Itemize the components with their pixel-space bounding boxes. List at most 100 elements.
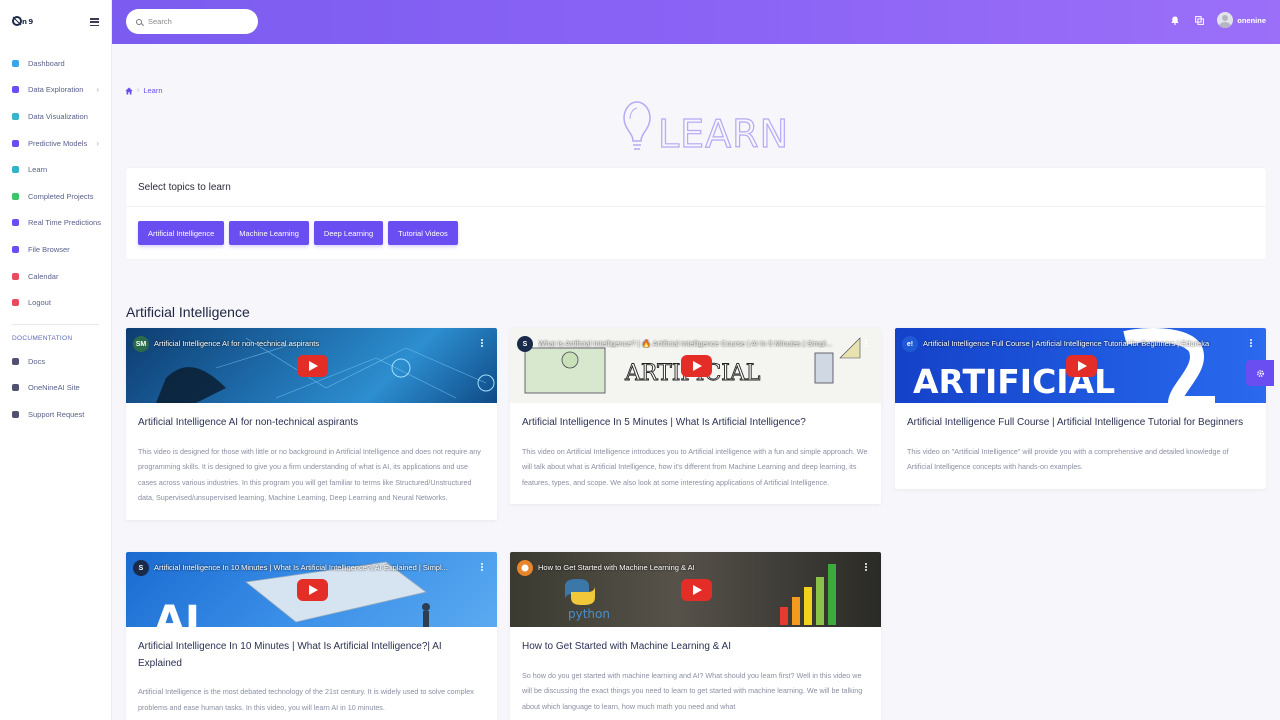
bell-icon[interactable] — [1171, 16, 1179, 25]
video-card-2: ARTIFICIAL S What Is Artificial Intellig… — [510, 328, 881, 504]
channel-avatar[interactable]: e! — [902, 336, 918, 352]
video-title[interactable]: What Is Artificial Intelligence? | 🔥 Art… — [538, 339, 861, 348]
check-icon — [12, 192, 19, 200]
topic-button-machine-learning[interactable]: Machine Learning — [229, 221, 309, 245]
card-title[interactable]: Artificial Intelligence AI for non-techn… — [138, 415, 485, 432]
card-title[interactable]: Artificial Intelligence In 5 Minutes | W… — [522, 415, 869, 432]
calendar-icon — [12, 272, 19, 280]
settings-button[interactable] — [1246, 360, 1274, 386]
video-title[interactable]: How to Get Started with Machine Learning… — [538, 563, 861, 572]
card-description: This video is designed for those with li… — [138, 446, 481, 503]
card-description: So how do you get started with machine l… — [522, 670, 863, 711]
copy-icon[interactable] — [1195, 15, 1205, 25]
channel-avatar[interactable] — [517, 560, 533, 576]
logo[interactable]: n 9 — [12, 14, 40, 31]
search-input[interactable] — [148, 17, 248, 26]
more-options-icon[interactable] — [1250, 339, 1252, 347]
settings-icon — [12, 219, 19, 227]
play-button-icon[interactable] — [1065, 354, 1097, 377]
support-icon — [12, 410, 19, 418]
channel-logo-icon — [521, 564, 529, 572]
sidebar-item-label: File Browser — [28, 244, 70, 254]
logo-mark-icon: n 9 — [12, 15, 34, 26]
avatar[interactable] — [1217, 12, 1234, 28]
sidebar-item-data-visualization[interactable]: Data Visualization — [0, 103, 111, 130]
sidebar-item-calendar[interactable]: Calendar — [0, 263, 111, 290]
compass-icon — [12, 86, 19, 94]
section-title: Artificial Intelligence — [126, 304, 250, 320]
card-title[interactable]: Artificial Intelligence Full Course | Ar… — [907, 415, 1254, 432]
play-button-icon[interactable] — [296, 354, 328, 377]
video-thumbnail[interactable]: python How to Get Started with Machine L… — [510, 552, 881, 627]
card-title[interactable]: How to Get Started with Machine Learning… — [522, 639, 869, 656]
bar-graphic — [780, 564, 836, 625]
menu-toggle-icon[interactable] — [90, 18, 99, 26]
channel-avatar[interactable]: SM — [133, 336, 149, 352]
documentation-nav: Docs OneNineAI Site Support Request — [0, 348, 111, 428]
topic-button-artificial-intelligence[interactable]: Artificial Intelligence — [138, 221, 225, 245]
play-button-icon[interactable] — [680, 578, 712, 601]
more-options-icon[interactable] — [481, 563, 483, 571]
topic-button-tutorial-videos[interactable]: Tutorial Videos — [388, 221, 458, 245]
python-logo-icon — [565, 579, 595, 605]
more-options-icon[interactable] — [481, 339, 483, 347]
sidebar-item-file-browser[interactable]: File Browser — [0, 236, 111, 263]
play-button-icon[interactable] — [296, 578, 328, 601]
breadcrumb-current[interactable]: Learn — [143, 86, 162, 95]
topbar-actions: onenine — [1171, 12, 1266, 28]
sidebar-item-label: OneNineAI Site — [28, 383, 80, 393]
search-box[interactable] — [126, 9, 258, 34]
breadcrumb: › Learn — [125, 86, 163, 95]
chevron-right-icon: › — [96, 85, 99, 95]
card-description: Artificial Intelligence is the most deba… — [138, 687, 474, 712]
sidebar-item-learn[interactable]: Learn — [0, 156, 111, 183]
doc-item-docs[interactable]: Docs — [0, 348, 111, 375]
breadcrumb-separator-icon: › — [137, 87, 140, 94]
learn-banner: LEARN — [623, 101, 786, 155]
video-card-5: python How to Get Started with Machine L… — [510, 552, 881, 720]
svg-text:n 9: n 9 — [22, 18, 33, 26]
video-title[interactable]: Artificial Intelligence AI for non-techn… — [154, 339, 477, 348]
channel-avatar[interactable]: S — [133, 560, 149, 576]
video-thumbnail[interactable]: ARTIFICIAL e! Artificial Intelligence Fu… — [895, 328, 1266, 403]
topic-button-deep-learning[interactable]: Deep Learning — [313, 221, 384, 245]
sidebar-item-label: Completed Projects — [28, 191, 94, 201]
card-body: Artificial Intelligence AI for non-techn… — [126, 403, 497, 520]
video-thumbnail[interactable]: AI S Artificial Intelligence In 10 Minut… — [126, 552, 497, 627]
channel-avatar[interactable]: S — [517, 336, 533, 352]
sidebar-item-label: Learn — [28, 165, 48, 175]
play-button-icon[interactable] — [680, 354, 712, 377]
sidebar-item-completed-projects[interactable]: Completed Projects — [0, 183, 111, 210]
logout-icon — [12, 299, 19, 307]
search-icon — [136, 18, 142, 25]
username[interactable]: onenine — [1237, 16, 1266, 25]
graduation-cap-icon — [12, 166, 19, 174]
more-options-icon[interactable] — [865, 563, 867, 571]
sidebar-item-label: Predictive Models — [28, 138, 88, 148]
video-thumbnail[interactable]: ARTIFICIAL S What Is Artificial Intellig… — [510, 328, 881, 403]
gear-icon — [12, 139, 19, 147]
sidebar-item-data-exploration[interactable]: Data Exploration › — [0, 77, 111, 104]
sidebar-item-logout[interactable]: Logout — [0, 289, 111, 316]
video-title[interactable]: Artificial Intelligence In 10 Minutes | … — [154, 563, 477, 572]
video-title[interactable]: Artificial Intelligence Full Course | Ar… — [923, 339, 1246, 348]
card-title[interactable]: Artificial Intelligence In 10 Minutes | … — [138, 639, 485, 672]
lightbulb-icon — [623, 101, 651, 150]
sidebar-item-label: Real Time Predictions — [28, 218, 101, 228]
topbar: onenine — [112, 0, 1280, 44]
video-thumbnail[interactable]: SM Artificial Intelligence AI for non-te… — [126, 328, 497, 403]
sidebar-item-predictive-models[interactable]: Predictive Models › — [0, 130, 111, 157]
sidebar-divider — [12, 323, 99, 325]
doc-item-support-request[interactable]: Support Request — [0, 401, 111, 428]
sidebar-item-label: Calendar — [28, 271, 59, 281]
home-icon[interactable] — [125, 87, 133, 95]
chevron-right-icon: › — [96, 138, 99, 148]
gear-icon — [1256, 369, 1264, 377]
card-description: This video on Artificial Intelligence in… — [522, 446, 868, 487]
sidebar-item-real-time-predictions[interactable]: Real Time Predictions — [0, 210, 111, 237]
sidebar-item-label: Data Visualization — [28, 111, 88, 121]
card-description: This video on "Artificial Intelligence" … — [907, 446, 1229, 472]
doc-item-onenineai-site[interactable]: OneNineAI Site — [0, 375, 111, 402]
sidebar-item-dashboard[interactable]: Dashboard — [0, 50, 111, 77]
more-options-icon[interactable] — [865, 339, 867, 347]
